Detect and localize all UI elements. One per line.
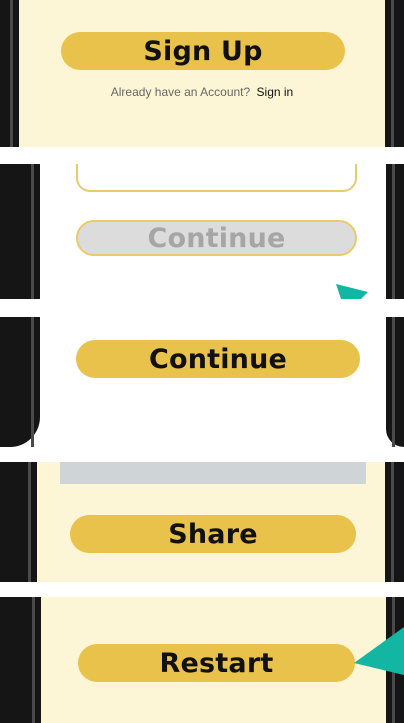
restart-panel: Restart — [0, 597, 404, 723]
phone-frame-left — [0, 462, 37, 582]
progress-bar — [60, 462, 366, 484]
signin-prompt: Already have an Account? Sign in — [19, 85, 385, 99]
phone-frame-left — [0, 597, 41, 723]
phone-frame-right — [385, 0, 404, 147]
continue-enabled-screen: Continue — [40, 317, 386, 447]
sign-in-link[interactable]: Sign in — [257, 85, 294, 99]
signup-screen: Sign Up Already have an Account? Sign in — [19, 0, 385, 147]
signup-panel: Sign Up Already have an Account? Sign in — [0, 0, 404, 147]
share-panel: Share — [0, 462, 404, 582]
restart-screen: Restart — [41, 597, 386, 723]
phone-frame-left — [0, 317, 40, 447]
continue-enabled-panel: Continue — [0, 317, 404, 447]
phone-frame-right — [386, 164, 404, 299]
phone-frame-left — [0, 0, 19, 147]
signin-prompt-text: Already have an Account? — [110, 85, 251, 99]
phone-frame-left — [0, 164, 40, 299]
continue-disabled-panel: Continue — [0, 164, 404, 299]
arrow-pointer-icon — [336, 284, 368, 299]
phone-frame-right — [385, 462, 404, 582]
share-screen: Share — [37, 462, 385, 582]
arrow-pointer-icon — [354, 627, 404, 675]
restart-button[interactable]: Restart — [78, 644, 355, 682]
continue-disabled-screen: Continue — [40, 164, 386, 299]
sign-up-button[interactable]: Sign Up — [61, 32, 345, 70]
continue-button[interactable]: Continue — [76, 340, 360, 378]
phone-frame-right — [386, 317, 404, 447]
text-input-field[interactable] — [76, 164, 357, 192]
share-button[interactable]: Share — [70, 515, 356, 553]
continue-button-disabled[interactable]: Continue — [76, 220, 357, 256]
